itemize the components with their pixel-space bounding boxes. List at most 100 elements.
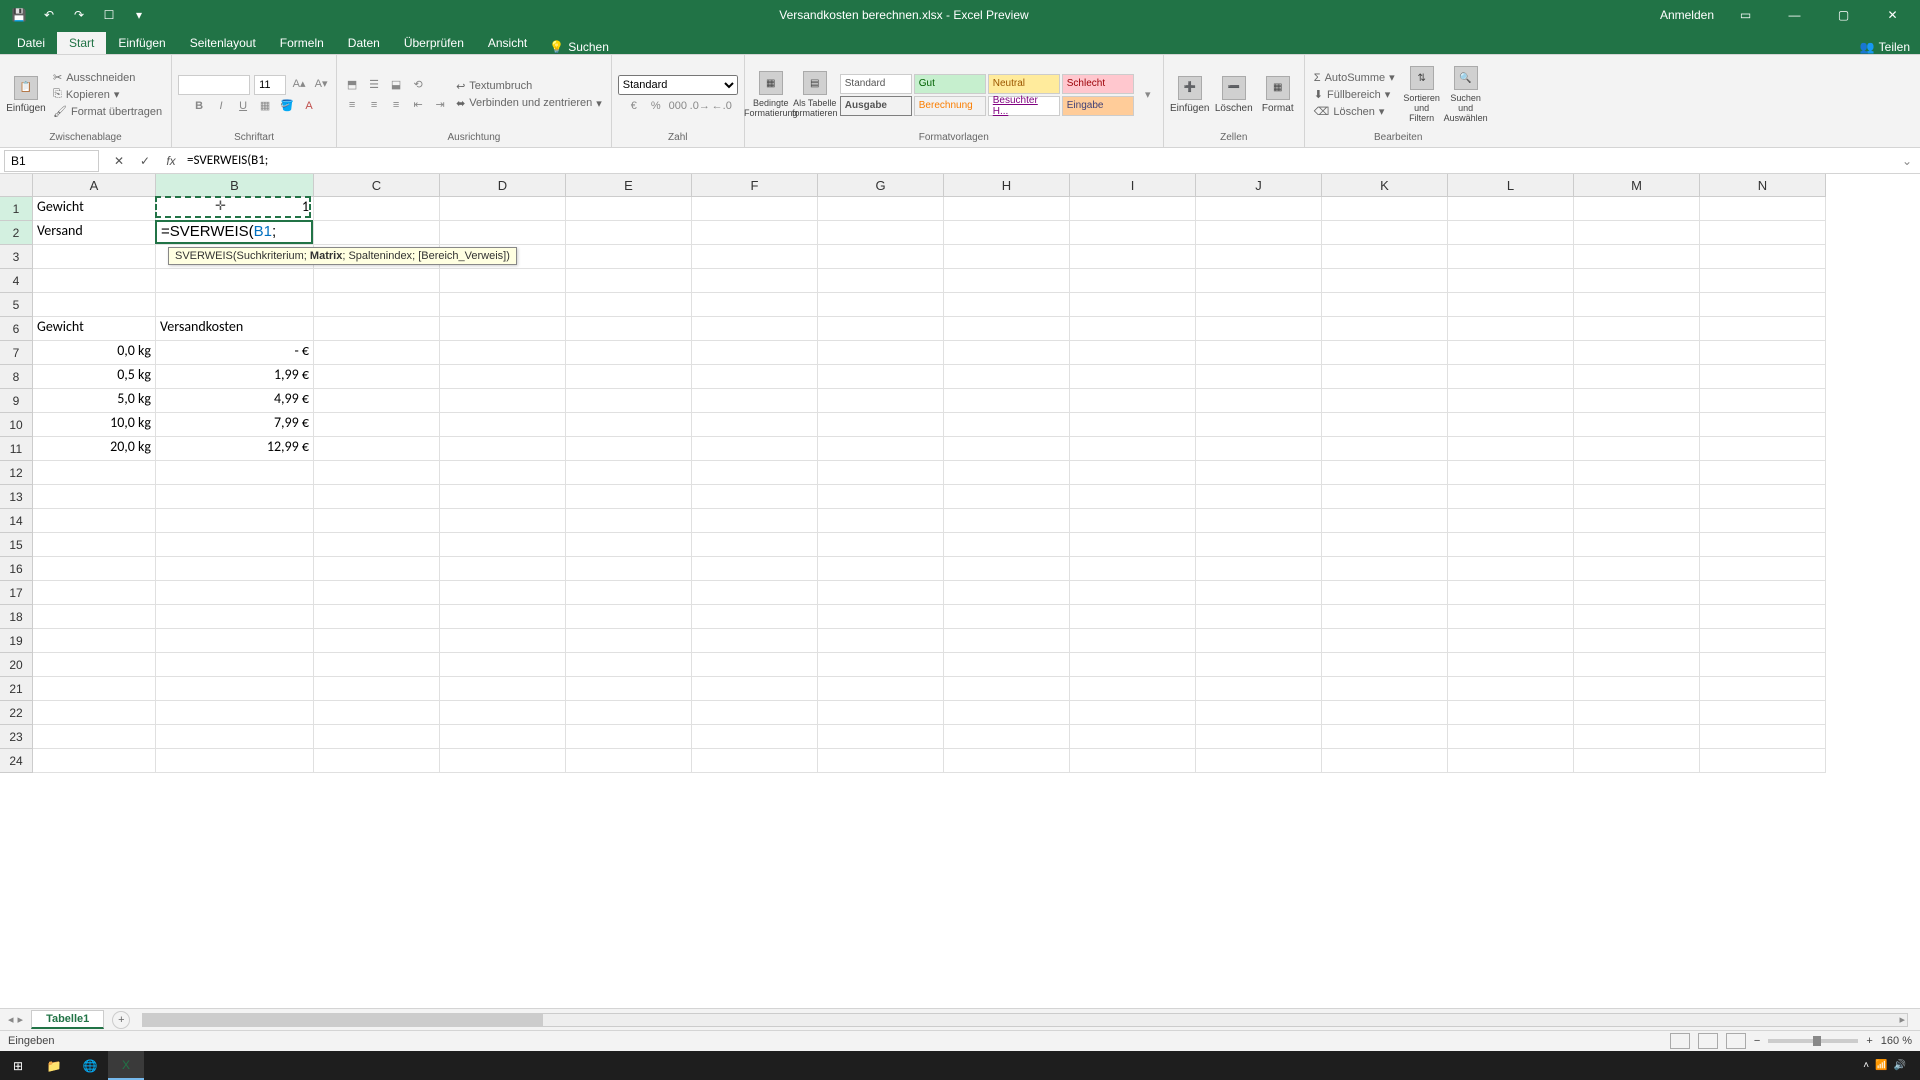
cell-M10[interactable] [1574,413,1700,437]
cell-E23[interactable] [566,725,692,749]
align-top-icon[interactable]: ⬒ [343,76,361,94]
row-header-6[interactable]: 6 [0,317,33,341]
cell-A12[interactable] [33,461,156,485]
cell-D16[interactable] [440,557,566,581]
cell-B5[interactable] [156,293,314,317]
cell-N19[interactable] [1700,629,1826,653]
wrap-text-button[interactable]: ↩Textumbruch [453,79,605,94]
zoom-level[interactable]: 160 % [1881,1035,1912,1047]
cell-C23[interactable] [314,725,440,749]
cell-H11[interactable] [944,437,1070,461]
cell-M1[interactable] [1574,197,1700,221]
cell-I24[interactable] [1070,749,1196,773]
cell-A5[interactable] [33,293,156,317]
style-eingabe[interactable]: Eingabe [1062,96,1134,116]
signin-link[interactable]: Anmelden [1660,8,1714,22]
cell-H21[interactable] [944,677,1070,701]
cell-C1[interactable] [314,197,440,221]
cell-L18[interactable] [1448,605,1574,629]
cell-H24[interactable] [944,749,1070,773]
row-headers[interactable]: 123456789101112131415161718192021222324 [0,197,33,773]
cell-H12[interactable] [944,461,1070,485]
cell-E22[interactable] [566,701,692,725]
cell-F12[interactable] [692,461,818,485]
cell-L21[interactable] [1448,677,1574,701]
cell-L17[interactable] [1448,581,1574,605]
cell-F7[interactable] [692,341,818,365]
cell-D20[interactable] [440,653,566,677]
cell-A14[interactable] [33,509,156,533]
cell-G13[interactable] [818,485,944,509]
cell-F18[interactable] [692,605,818,629]
align-center-icon[interactable]: ≡ [365,96,383,114]
cell-N5[interactable] [1700,293,1826,317]
row-header-7[interactable]: 7 [0,341,33,365]
cell-F11[interactable] [692,437,818,461]
cell-I16[interactable] [1070,557,1196,581]
cell-G24[interactable] [818,749,944,773]
style-schlecht[interactable]: Schlecht [1062,74,1134,94]
cell-D23[interactable] [440,725,566,749]
cell-D12[interactable] [440,461,566,485]
cell-B11[interactable]: 12,99 € [156,437,314,461]
cell-K15[interactable] [1322,533,1448,557]
cell-H1[interactable] [944,197,1070,221]
cell-G12[interactable] [818,461,944,485]
align-left-icon[interactable]: ≡ [343,96,361,114]
align-middle-icon[interactable]: ☰ [365,76,383,94]
cell-I1[interactable] [1070,197,1196,221]
cell-M14[interactable] [1574,509,1700,533]
cell-D4[interactable] [440,269,566,293]
cell-F3[interactable] [692,245,818,269]
cell-B22[interactable] [156,701,314,725]
cell-M6[interactable] [1574,317,1700,341]
cell-E8[interactable] [566,365,692,389]
row-header-12[interactable]: 12 [0,461,33,485]
cell-N15[interactable] [1700,533,1826,557]
cell-I8[interactable] [1070,365,1196,389]
sheet-tab-active[interactable]: Tabelle1 [31,1010,104,1029]
col-header-D[interactable]: D [440,174,566,197]
style-berechnung[interactable]: Berechnung [914,96,986,116]
cell-M16[interactable] [1574,557,1700,581]
cell-E1[interactable] [566,197,692,221]
cell-F21[interactable] [692,677,818,701]
cell-B15[interactable] [156,533,314,557]
cell-G3[interactable] [818,245,944,269]
cell-L13[interactable] [1448,485,1574,509]
cell-N12[interactable] [1700,461,1826,485]
cell-F14[interactable] [692,509,818,533]
name-box[interactable] [4,150,99,172]
cell-J20[interactable] [1196,653,1322,677]
cell-A3[interactable] [33,245,156,269]
cell-J17[interactable] [1196,581,1322,605]
file-explorer-icon[interactable]: 📁 [36,1051,72,1080]
cell-I2[interactable] [1070,221,1196,245]
cell-B19[interactable] [156,629,314,653]
cell-A18[interactable] [33,605,156,629]
copy-button[interactable]: ⎘Kopieren▾ [50,87,165,102]
cell-M24[interactable] [1574,749,1700,773]
cell-L6[interactable] [1448,317,1574,341]
col-header-F[interactable]: F [692,174,818,197]
fx-icon[interactable]: fx [161,151,181,171]
cell-E3[interactable] [566,245,692,269]
cell-D18[interactable] [440,605,566,629]
cell-N18[interactable] [1700,605,1826,629]
cell-H13[interactable] [944,485,1070,509]
cell-F1[interactable] [692,197,818,221]
window-minimize-icon[interactable]: — [1777,0,1812,30]
cell-K20[interactable] [1322,653,1448,677]
cell-G5[interactable] [818,293,944,317]
cell-K17[interactable] [1322,581,1448,605]
cell-L9[interactable] [1448,389,1574,413]
cells-area[interactable]: Gewicht1VersandGewichtVersandkosten0,0 k… [33,197,1920,1044]
cell-D19[interactable] [440,629,566,653]
cell-H10[interactable] [944,413,1070,437]
start-button[interactable]: ⊞ [0,1051,36,1080]
cell-G7[interactable] [818,341,944,365]
cell-K12[interactable] [1322,461,1448,485]
cell-C13[interactable] [314,485,440,509]
cell-J11[interactable] [1196,437,1322,461]
cell-G21[interactable] [818,677,944,701]
